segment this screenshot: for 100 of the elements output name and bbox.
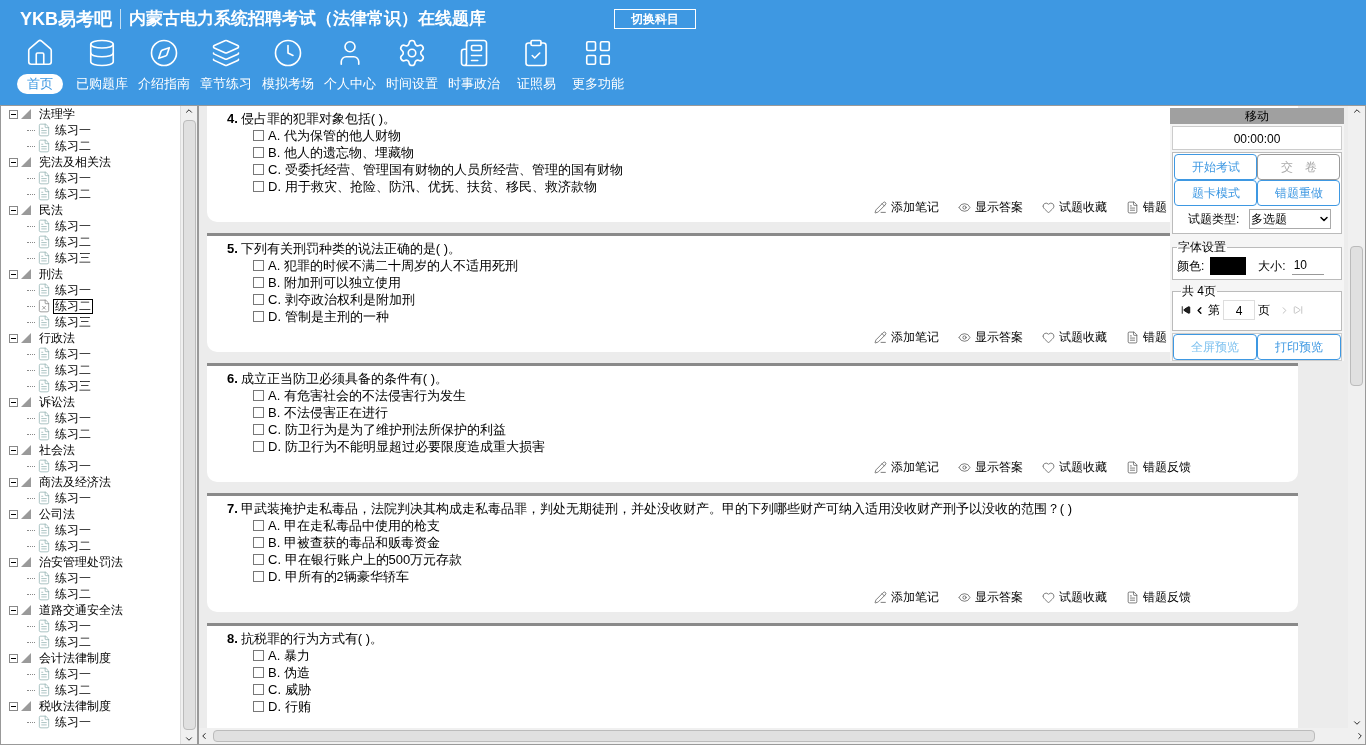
tree-item[interactable]: 练习一 <box>53 218 93 234</box>
collapse-icon[interactable] <box>9 397 18 407</box>
tree-group-label[interactable]: 税收法律制度 <box>39 698 111 714</box>
checkbox[interactable] <box>253 667 264 678</box>
tree-item[interactable]: 练习一 <box>53 522 93 538</box>
checkbox[interactable] <box>253 260 264 271</box>
option-text[interactable]: D. 管制是主刑的一种 <box>268 308 389 325</box>
action-link[interactable]: 试题收藏 <box>1042 199 1107 216</box>
checkbox[interactable] <box>253 554 264 565</box>
horizontal-scrollbar[interactable] <box>199 728 1365 744</box>
tree-item[interactable]: 练习一 <box>53 122 93 138</box>
checkbox[interactable] <box>253 181 264 192</box>
option-text[interactable]: B. 甲被查获的毒品和贩毒资金 <box>268 534 440 551</box>
option-text[interactable]: D. 防卫行为不能明显超过必要限度造成重大损害 <box>268 438 545 455</box>
scrollbar[interactable] <box>1348 106 1365 728</box>
tree-group-label[interactable]: 治安管理处罚法 <box>39 554 123 570</box>
tree-item[interactable]: 练习一 <box>53 714 93 730</box>
checkbox[interactable] <box>253 650 264 661</box>
action-link[interactable]: 错题 <box>1126 199 1167 216</box>
tree-item[interactable]: 练习二 <box>53 426 93 442</box>
tree-group-label[interactable]: 法理学 <box>39 106 75 122</box>
action-link[interactable]: 添加笔记 <box>874 199 939 216</box>
checkbox[interactable] <box>253 311 264 322</box>
option-text[interactable]: A. 暴力 <box>268 647 310 664</box>
compass-icon[interactable] <box>149 38 179 68</box>
checkbox[interactable] <box>253 164 264 175</box>
tree-group-label[interactable]: 民法 <box>39 202 63 218</box>
tree-item[interactable]: 练习三 <box>53 314 93 330</box>
collapse-icon[interactable] <box>9 701 18 711</box>
checkbox[interactable] <box>253 520 264 531</box>
checkbox[interactable] <box>253 537 264 548</box>
tree-item[interactable]: 练习二 <box>53 586 93 602</box>
collapse-icon[interactable] <box>9 205 18 215</box>
action-link[interactable]: 试题收藏 <box>1042 589 1107 606</box>
checkbox[interactable] <box>253 390 264 401</box>
tree-item[interactable]: 练习二 <box>53 538 93 554</box>
action-link[interactable]: 显示答案 <box>958 459 1023 476</box>
settings-icon[interactable] <box>397 38 427 68</box>
home-icon[interactable] <box>25 38 55 68</box>
color-swatch[interactable] <box>1210 256 1247 275</box>
option-text[interactable]: C. 甲在银行账户上的500万元存款 <box>268 551 463 568</box>
checkbox[interactable] <box>253 147 264 158</box>
tree-group-label[interactable]: 社会法 <box>39 442 75 458</box>
page-field[interactable]: 4 <box>1223 300 1255 320</box>
checkbox[interactable] <box>253 684 264 695</box>
option-text[interactable]: B. 不法侵害正在进行 <box>268 404 388 421</box>
checkbox[interactable] <box>253 441 264 452</box>
action-link[interactable]: 添加笔记 <box>874 589 939 606</box>
tree-item[interactable]: 练习一 <box>53 618 93 634</box>
tree-group-label[interactable]: 宪法及相关法 <box>39 154 111 170</box>
panel-title-bar[interactable]: 移动 <box>1170 108 1344 124</box>
option-text[interactable]: C. 剥夺政治权利是附加刑 <box>268 291 415 308</box>
tree-item[interactable]: 练习一 <box>53 170 93 186</box>
checkbox[interactable] <box>253 277 264 288</box>
checkbox[interactable] <box>253 407 264 418</box>
tree-group-label[interactable]: 商法及经济法 <box>39 474 111 490</box>
tree-item[interactable]: 练习二 <box>53 186 93 202</box>
type-dropdown[interactable]: 多选题 <box>1249 209 1332 229</box>
scrollbar[interactable] <box>180 106 197 744</box>
scroll-up-icon[interactable] <box>184 106 194 116</box>
grid-icon[interactable] <box>583 38 613 68</box>
action-link[interactable]: 显示答案 <box>958 199 1023 216</box>
option-text[interactable]: A. 有危害社会的不法侵害行为发生 <box>268 387 466 404</box>
checkbox[interactable] <box>253 294 264 305</box>
action-link[interactable]: 错题 <box>1126 329 1167 346</box>
scroll-right-icon[interactable] <box>1355 731 1365 741</box>
action-link[interactable]: 错题反馈 <box>1126 589 1191 606</box>
tree-item[interactable]: 练习二 <box>53 138 93 154</box>
tree-group-label[interactable]: 会计法律制度 <box>39 650 111 666</box>
tree-item[interactable]: 练习一 <box>53 666 93 682</box>
collapse-icon[interactable] <box>9 157 18 167</box>
scroll-down-icon[interactable] <box>184 734 194 744</box>
tree-item[interactable]: 练习二 <box>53 234 93 250</box>
tree-group-label[interactable]: 刑法 <box>39 266 63 282</box>
option-text[interactable]: C. 受委托经营、管理国有财物的人员所经营、管理的国有财物 <box>268 161 623 178</box>
action-link[interactable]: 试题收藏 <box>1042 459 1107 476</box>
size-field[interactable]: 10 <box>1291 256 1324 275</box>
scrollbar-thumb[interactable] <box>213 730 1315 742</box>
tree-group-label[interactable]: 公司法 <box>39 506 75 522</box>
tree-item[interactable]: 练习一 <box>53 346 93 362</box>
checkbox[interactable] <box>253 571 264 582</box>
collapse-icon[interactable] <box>9 445 18 455</box>
option-text[interactable]: B. 伪造 <box>268 664 310 681</box>
first-page-icon[interactable] <box>1181 305 1191 315</box>
tree-item[interactable]: 练习二 <box>53 362 93 378</box>
scrollbar-thumb[interactable] <box>182 120 196 730</box>
tree-item[interactable]: 练习一 <box>53 410 93 426</box>
tree-item[interactable]: 练习一 <box>53 570 93 586</box>
database-icon[interactable] <box>87 38 117 68</box>
action-link[interactable]: 添加笔记 <box>874 329 939 346</box>
layers-icon[interactable] <box>211 38 241 68</box>
collapse-icon[interactable] <box>9 557 18 567</box>
scroll-down-icon[interactable] <box>1351 718 1362 728</box>
option-text[interactable]: D. 行贿 <box>268 698 311 715</box>
tree-group-label[interactable]: 诉讼法 <box>39 394 75 410</box>
option-text[interactable]: A. 甲在走私毒品中使用的枪支 <box>268 517 440 534</box>
collapse-icon[interactable] <box>9 653 18 663</box>
action-link[interactable]: 显示答案 <box>958 329 1023 346</box>
tree-item[interactable]: 练习一 <box>53 490 93 506</box>
collapse-icon[interactable] <box>9 109 18 119</box>
